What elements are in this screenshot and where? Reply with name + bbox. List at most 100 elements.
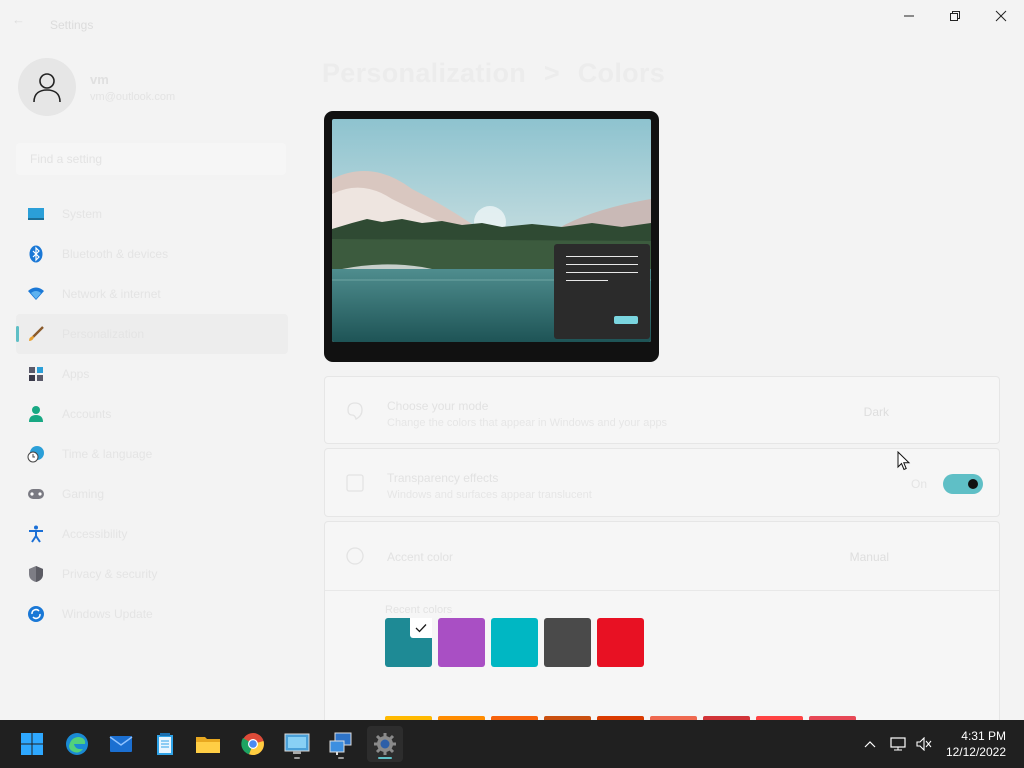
taskbar-file-explorer[interactable] xyxy=(190,726,226,762)
bluetooth-icon xyxy=(26,244,46,264)
active-indicator xyxy=(378,757,392,759)
running-indicator xyxy=(294,757,300,759)
taskbar-mail[interactable] xyxy=(103,726,139,762)
sample-accent-button xyxy=(614,316,638,324)
taskbar-settings[interactable] xyxy=(367,726,403,762)
toggle-state-label: On xyxy=(910,477,927,491)
start-button[interactable] xyxy=(14,726,50,762)
user-icon xyxy=(33,73,61,103)
recent-colors xyxy=(385,618,644,667)
sidebar-item-label: Accessibility xyxy=(62,527,128,541)
sidebar-item-label: Gaming xyxy=(62,487,105,501)
taskbar-network-tool[interactable] xyxy=(323,726,359,762)
theme-preview xyxy=(324,111,659,362)
title-bar: ← Settings xyxy=(0,0,1024,34)
page-title: Personalization > Colors xyxy=(322,58,665,89)
back-button[interactable]: ← xyxy=(12,12,34,32)
sidebar-item-label: Windows Update xyxy=(62,607,153,621)
close-button[interactable] xyxy=(978,0,1024,32)
sidebar-item-privacy[interactable]: Privacy & security xyxy=(16,554,288,594)
sample-window xyxy=(554,244,650,339)
update-icon xyxy=(26,604,46,624)
taskbar-chrome[interactable] xyxy=(235,726,271,762)
sample-text-line xyxy=(566,272,638,273)
network-tool-icon xyxy=(329,732,352,755)
sidebar-item-time-language[interactable]: Time & language xyxy=(16,434,288,474)
close-icon xyxy=(995,10,1007,22)
transparency-toggle[interactable] xyxy=(943,474,983,494)
edge-icon xyxy=(66,733,88,755)
choose-mode-card[interactable]: Choose your mode Change the colors that … xyxy=(324,376,1000,444)
sidebar-item-accessibility[interactable]: Accessibility xyxy=(16,514,288,554)
divider xyxy=(325,590,999,591)
system-clock[interactable]: 4:31 PM 12/12/2022 xyxy=(946,728,1006,760)
sidebar-item-label: Bluetooth & devices xyxy=(62,247,169,261)
clock-time: 4:31 PM xyxy=(961,729,1006,743)
color-swatch[interactable] xyxy=(491,618,538,667)
start-icon xyxy=(21,733,43,755)
accent-icon xyxy=(345,546,365,566)
minimize-button[interactable] xyxy=(886,0,932,32)
sidebar-item-network[interactable]: Network & internet xyxy=(16,274,288,314)
volume-button[interactable] xyxy=(912,720,936,768)
restore-button[interactable] xyxy=(932,0,978,32)
app-title: Settings xyxy=(50,18,94,32)
taskbar: 4:31 PM 12/12/2022 xyxy=(0,720,1024,768)
shield-icon xyxy=(26,564,46,584)
accessibility-icon xyxy=(26,524,46,544)
search-box[interactable] xyxy=(16,143,286,175)
running-indicator xyxy=(338,757,344,759)
sidebar-item-accounts[interactable]: Accounts xyxy=(16,394,288,434)
user-name: vm xyxy=(90,71,109,87)
sidebar-item-personalization[interactable]: Personalization xyxy=(16,314,288,354)
apps-icon xyxy=(26,364,46,384)
search-input[interactable] xyxy=(28,151,252,167)
taskbar-notepad[interactable] xyxy=(147,726,183,762)
sidebar-item-apps[interactable]: Apps xyxy=(16,354,288,394)
sidebar-item-windows-update[interactable]: Windows Update xyxy=(16,594,288,634)
mode-dropdown[interactable]: Dark xyxy=(864,405,889,419)
clock-globe-icon xyxy=(26,444,46,464)
sidebar-item-gaming[interactable]: Gaming xyxy=(16,474,288,514)
user-profile[interactable]: vm vm@outlook.com xyxy=(18,58,175,116)
sidebar-item-label: Personalization xyxy=(62,327,145,341)
sidebar-item-system[interactable]: System xyxy=(16,194,288,234)
sidebar-item-label: Apps xyxy=(62,367,90,381)
preview-wallpaper xyxy=(332,119,651,342)
taskbar-remote-desktop[interactable] xyxy=(279,726,315,762)
palette-icon xyxy=(345,401,365,421)
card-title: Accent color xyxy=(387,550,454,564)
chrome-icon xyxy=(241,733,264,756)
sidebar-item-label: Time & language xyxy=(62,447,153,461)
accent-mode-dropdown[interactable]: Manual xyxy=(850,550,889,564)
sidebar-item-bluetooth[interactable]: Bluetooth & devices xyxy=(16,234,288,274)
settings-icon xyxy=(374,733,396,755)
gamepad-icon xyxy=(26,484,46,504)
person-icon xyxy=(26,404,46,424)
color-swatch[interactable] xyxy=(597,618,644,667)
wifi-icon xyxy=(26,284,46,304)
selection-indicator xyxy=(16,326,19,342)
checkmark-icon xyxy=(410,618,432,638)
sidebar-item-label: System xyxy=(62,207,103,221)
back-arrow-icon: ← xyxy=(12,12,25,27)
clock-date: 12/12/2022 xyxy=(945,745,1006,759)
chevron-up-icon xyxy=(864,741,876,748)
taskbar-edge[interactable] xyxy=(59,726,95,762)
avatar xyxy=(18,58,76,116)
brush-icon xyxy=(26,324,46,344)
color-swatch-selected[interactable] xyxy=(385,618,432,667)
network-icon xyxy=(890,737,906,751)
minimize-icon xyxy=(904,15,914,17)
sample-text-line xyxy=(566,264,638,265)
color-swatch[interactable] xyxy=(438,618,485,667)
user-email: vm@outlook.com xyxy=(90,90,176,103)
breadcrumb-separator: > xyxy=(543,58,560,88)
mouse-cursor-icon xyxy=(897,450,911,476)
color-swatch[interactable] xyxy=(544,618,591,667)
breadcrumb-parent[interactable]: Personalization xyxy=(322,58,526,88)
show-hidden-icons-button[interactable] xyxy=(858,720,882,768)
card-title: Choose your mode xyxy=(387,399,489,413)
network-status-button[interactable] xyxy=(886,720,910,768)
breadcrumb-current: Colors xyxy=(577,58,666,88)
